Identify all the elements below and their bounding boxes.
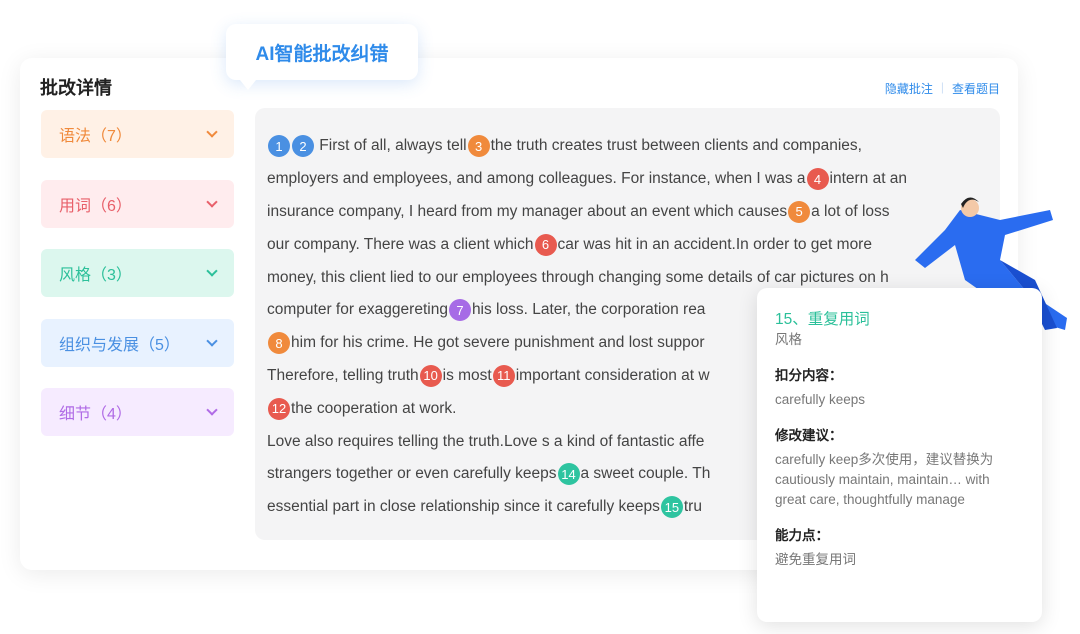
- deduct-content: carefully keeps: [775, 392, 866, 407]
- essay-text: our company. There was a client which: [267, 235, 534, 253]
- category-label: 组织与发展（5）: [59, 336, 180, 354]
- essay-text: car was hit in an accident.In order to g…: [557, 235, 872, 253]
- category-label: 语法（7）: [59, 128, 132, 145]
- chevron-down-icon: [206, 334, 218, 347]
- page-title: 批改详情: [40, 78, 112, 98]
- error-marker[interactable]: 11: [492, 364, 515, 387]
- annotation-heading: 15、重复用词: [775, 311, 870, 328]
- category-filter[interactable]: 组织与发展（5）: [41, 318, 234, 367]
- error-marker[interactable]: 12: [268, 397, 290, 420]
- category-filter[interactable]: 细节（4）: [41, 388, 234, 436]
- essay-text: insurance company, I heard from my manag…: [267, 202, 788, 220]
- category-filter[interactable]: 用词（6）: [41, 179, 234, 228]
- error-marker[interactable]: 4: [806, 168, 829, 191]
- essay-text: employers and employees, and among colle…: [267, 170, 806, 188]
- hide-annotations-link[interactable]: 隐藏批注: [885, 80, 933, 97]
- chevron-down-icon: [206, 126, 218, 138]
- error-marker[interactable]: 10: [419, 364, 442, 387]
- essay-text: him for his crime. He got severe punishm…: [291, 334, 705, 352]
- essay-text: computer for exaggereting: [267, 301, 448, 319]
- essay-text: First of all, always tell: [315, 137, 467, 155]
- ability-content: 避免重复用词: [775, 552, 856, 567]
- essay-text: is most: [442, 366, 492, 384]
- error-marker[interactable]: 5: [788, 200, 811, 223]
- category-label: 用词（6）: [59, 197, 132, 215]
- essay-line: our company. There was a client which 6 ca…: [267, 228, 1000, 261]
- deduct-label: 扣分内容：: [775, 368, 843, 383]
- error-marker[interactable]: 2: [292, 135, 314, 158]
- error-marker[interactable]: 15: [660, 496, 683, 519]
- essay-text: intern at an: [829, 170, 908, 188]
- view-question-link[interactable]: 查看题目: [952, 80, 1000, 97]
- essay-text: the cooperation at work.: [291, 399, 457, 417]
- essay-text: essential part in close relationship sin…: [267, 498, 660, 516]
- annotation-popup: 15、重复用词 风格 扣分内容： carefully keeps 修改建议： c…: [757, 288, 1042, 622]
- category-filter[interactable]: 语法（7）: [41, 110, 234, 158]
- error-marker[interactable]: 6: [534, 233, 557, 256]
- essay-text: the truth creates trust between clients …: [490, 137, 862, 155]
- essay-text: his loss. Later, the corporation rea: [471, 301, 706, 319]
- essay-text: Love also requires telling the truth.Lov…: [267, 432, 705, 450]
- essay-line: 12 First of all, always tell 3 the truth c…: [267, 130, 1000, 163]
- chevron-down-icon: [206, 265, 218, 277]
- error-marker[interactable]: 7: [448, 299, 471, 322]
- ai-correction-bubble: AI智能批改纠错: [226, 24, 418, 90]
- annotation-category: 风格: [775, 332, 802, 347]
- ability-label: 能力点：: [775, 528, 829, 543]
- essay-line: insurance company, I heard from my manag…: [267, 196, 1000, 229]
- chevron-down-icon: [206, 404, 218, 416]
- essay-text: Therefore, telling truth: [267, 366, 419, 384]
- suggestion-content: carefully keep多次使用，建议替换为cautiously maint…: [775, 452, 994, 507]
- error-marker[interactable]: 14: [557, 463, 580, 486]
- error-marker[interactable]: 3: [467, 135, 490, 158]
- category-label: 风格（3）: [59, 267, 132, 284]
- essay-text: a sweet couple. Th: [580, 465, 711, 483]
- category-filter[interactable]: 风格（3）: [41, 249, 234, 297]
- error-marker[interactable]: 8: [268, 332, 290, 355]
- essay-text: tru: [683, 498, 702, 516]
- error-marker[interactable]: 1: [268, 135, 290, 158]
- suggestion-label: 修改建议：: [775, 428, 843, 443]
- essay-line: employers and employees, and among colle…: [267, 163, 1000, 196]
- header-links: 隐藏批注 | 查看题目: [885, 80, 1000, 97]
- essay-text: money, this client lied to our employees…: [267, 268, 889, 286]
- divider: |: [940, 80, 944, 94]
- essay-text: strangers together or even carefully kee…: [267, 465, 557, 483]
- essay-text: important consideration at w: [515, 366, 710, 384]
- essay-text: a lot of loss: [811, 202, 890, 220]
- category-label: 细节（4）: [59, 406, 132, 423]
- chevron-down-icon: [206, 195, 218, 208]
